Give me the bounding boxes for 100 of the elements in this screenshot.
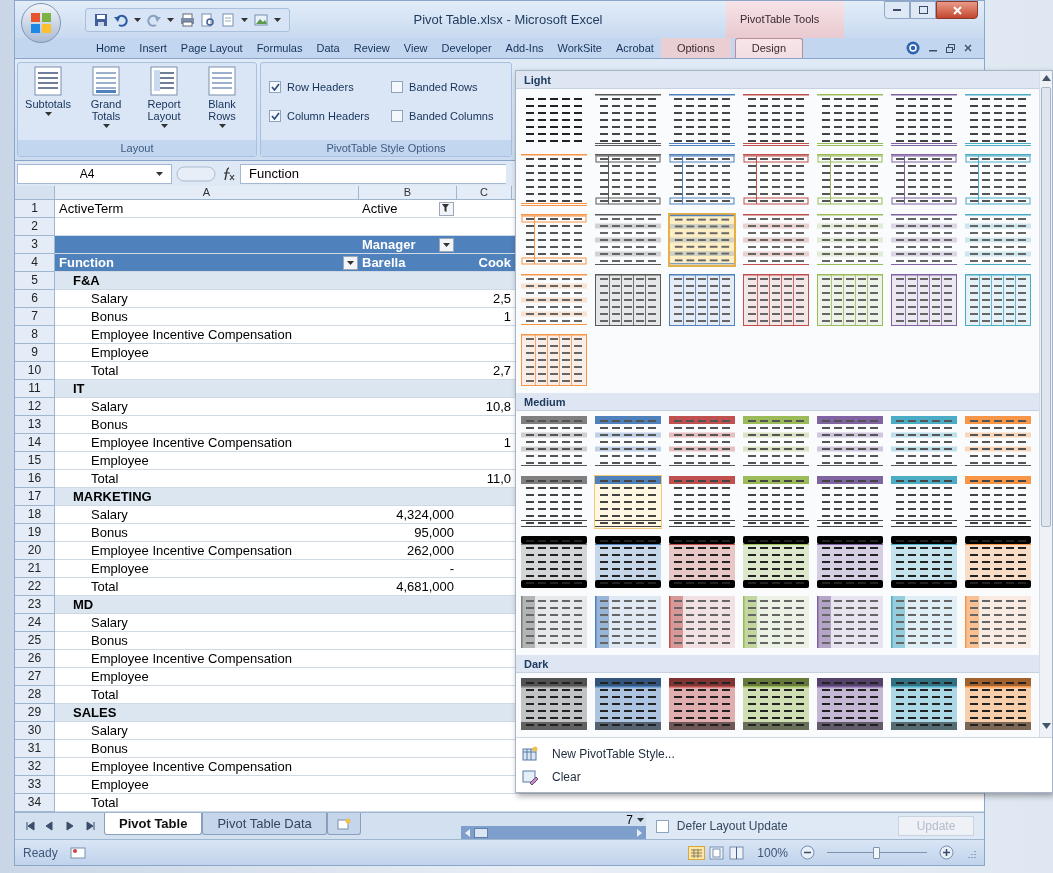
- table-style-option[interactable]: [520, 415, 588, 469]
- row-number[interactable]: 28: [15, 686, 55, 704]
- row-number[interactable]: 34: [15, 794, 55, 812]
- row-number[interactable]: 25: [15, 632, 55, 650]
- table-style-option[interactable]: [594, 273, 662, 327]
- table-style-option[interactable]: [520, 153, 588, 207]
- row-number[interactable]: 23: [15, 596, 55, 614]
- checkbox-option[interactable]: Banded Columns: [391, 108, 503, 125]
- row-number[interactable]: 13: [15, 416, 55, 434]
- checkbox[interactable]: [391, 80, 404, 93]
- table-style-option[interactable]: [520, 475, 588, 529]
- print-icon[interactable]: [180, 12, 195, 27]
- zoom-slider[interactable]: [827, 846, 927, 859]
- table-style-option[interactable]: [742, 93, 810, 147]
- zoom-in-icon[interactable]: [939, 845, 954, 860]
- row-number[interactable]: 24: [15, 614, 55, 632]
- table-style-option[interactable]: [520, 535, 588, 589]
- menu-item[interactable]: New PivotTable Style...: [516, 742, 1052, 765]
- table-style-option[interactable]: [668, 475, 736, 529]
- sheet-navigation-icon[interactable]: [84, 821, 98, 831]
- table-style-option[interactable]: [816, 475, 884, 529]
- table-style-option[interactable]: [816, 535, 884, 589]
- checkbox[interactable]: [269, 80, 281, 93]
- column-header[interactable]: B: [359, 186, 457, 199]
- table-style-option[interactable]: [594, 535, 662, 589]
- table-style-option[interactable]: [742, 153, 810, 207]
- scroll-down-icon[interactable]: [1041, 723, 1051, 729]
- scroll-up-icon[interactable]: [1041, 75, 1051, 81]
- page-break-view-icon[interactable]: [728, 845, 746, 860]
- table-style-option[interactable]: [594, 153, 662, 207]
- table-style-option[interactable]: [964, 535, 1032, 589]
- maximize-button[interactable]: [910, 1, 936, 19]
- row-number[interactable]: 26: [15, 650, 55, 668]
- row-number[interactable]: 20: [15, 542, 55, 560]
- defer-layout-checkbox[interactable]: Defer Layout Update: [655, 817, 788, 835]
- horizontal-scrollbar[interactable]: [460, 826, 646, 839]
- scrollbar[interactable]: [1039, 71, 1052, 737]
- row-number[interactable]: 8: [15, 326, 55, 344]
- table-style-option[interactable]: [890, 535, 958, 589]
- formula-field[interactable]: Function: [240, 163, 506, 184]
- row-number[interactable]: 9: [15, 344, 55, 362]
- row-number[interactable]: 22: [15, 578, 55, 596]
- menu-item[interactable]: Clear: [516, 765, 1052, 788]
- table-style-option[interactable]: [520, 677, 588, 731]
- save-icon[interactable]: [94, 12, 108, 27]
- insert-sheet-button[interactable]: [326, 813, 361, 835]
- ribbon-tab[interactable]: Insert: [132, 38, 174, 58]
- table-style-option[interactable]: [668, 93, 736, 147]
- row-number[interactable]: 7: [15, 308, 55, 326]
- zoom-slider-thumb[interactable]: [873, 846, 880, 859]
- row-number[interactable]: 33: [15, 776, 55, 794]
- row-number[interactable]: 6: [15, 290, 55, 308]
- table-style-option[interactable]: [816, 153, 884, 207]
- ribbon-tab[interactable]: Page Layout: [173, 38, 250, 58]
- row-number[interactable]: 27: [15, 668, 55, 686]
- table-style-option[interactable]: [890, 153, 958, 207]
- print-preview-icon[interactable]: [201, 12, 215, 27]
- checkbox-option[interactable]: Banded Rows: [391, 78, 503, 95]
- ribbon-tab[interactable]: Add-Ins: [498, 38, 551, 58]
- table-style-option[interactable]: [890, 677, 958, 731]
- table-style-option[interactable]: [816, 93, 884, 147]
- table-style-option[interactable]: [890, 475, 958, 529]
- table-style-option[interactable]: [742, 535, 810, 589]
- row-number[interactable]: 21: [15, 560, 55, 578]
- column-header[interactable]: A: [55, 186, 359, 199]
- row-number[interactable]: 14: [15, 434, 55, 452]
- scroll-thumb[interactable]: [473, 827, 488, 838]
- scroll-thumb[interactable]: [1041, 87, 1051, 527]
- row-number[interactable]: 18: [15, 506, 55, 524]
- filter-dropdown-button[interactable]: [343, 255, 358, 270]
- row-number[interactable]: 19: [15, 524, 55, 542]
- ribbon-tab[interactable]: View: [396, 38, 435, 58]
- row-number[interactable]: 4: [15, 254, 55, 272]
- ribbon-tab[interactable]: Acrobat: [608, 38, 661, 58]
- table-style-option[interactable]: [742, 475, 810, 529]
- row-number[interactable]: 30: [15, 722, 55, 740]
- table-style-option[interactable]: [594, 415, 662, 469]
- row-number[interactable]: 16: [15, 470, 55, 488]
- ribbon-tab[interactable]: Options: [660, 38, 731, 58]
- ribbon-tab[interactable]: Developer: [434, 38, 499, 58]
- sheet-tab[interactable]: Pivot Table Data: [202, 813, 327, 835]
- table-style-option[interactable]: [964, 475, 1032, 529]
- row-number[interactable]: 29: [15, 704, 55, 722]
- name-box[interactable]: A4: [17, 163, 172, 184]
- ribbon-tab[interactable]: Formulas: [249, 38, 310, 58]
- minimize-button[interactable]: [884, 1, 910, 19]
- ribbon-tab[interactable]: Home: [89, 38, 133, 58]
- row-number[interactable]: 15: [15, 452, 55, 470]
- ribbon-tab[interactable]: WorkSite: [550, 38, 609, 58]
- table-style-option[interactable]: [520, 213, 588, 267]
- table-style-option[interactable]: [594, 93, 662, 147]
- table-style-option[interactable]: [668, 535, 736, 589]
- table-style-option[interactable]: [964, 153, 1032, 207]
- table-style-option[interactable]: [668, 415, 736, 469]
- help-icon[interactable]: [906, 41, 920, 55]
- close-button[interactable]: [936, 1, 978, 19]
- table-style-option[interactable]: [964, 677, 1032, 731]
- ribbon-button[interactable]: Grand Totals: [79, 66, 133, 128]
- close-icon[interactable]: [964, 44, 972, 52]
- table-style-option[interactable]: [890, 415, 958, 469]
